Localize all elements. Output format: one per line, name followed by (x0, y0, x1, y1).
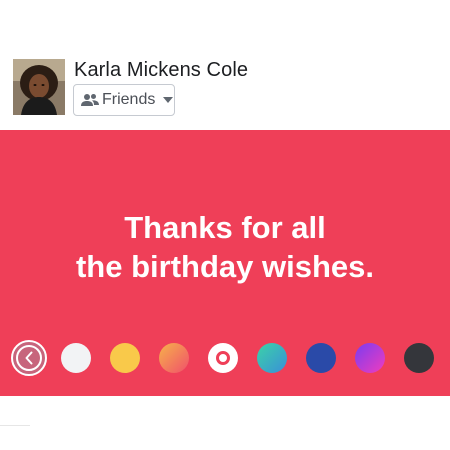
background-color-picker (0, 338, 450, 382)
avatar[interactable] (13, 59, 65, 115)
swatch-teal-green-gradient[interactable] (257, 343, 287, 373)
swatch-yellow[interactable] (110, 343, 140, 373)
post-text[interactable]: Thanks for all the birthday wishes. (0, 208, 450, 286)
post-composer: Karla Mickens Cole Friends Thanks for al… (0, 0, 450, 450)
chevron-left-icon (25, 351, 33, 365)
swatch-blue[interactable] (306, 343, 336, 373)
swatch-white[interactable] (61, 343, 91, 373)
post-background-canvas[interactable]: Thanks for all the birthday wishes. (0, 130, 450, 396)
post-header: Karla Mickens Cole Friends (0, 0, 450, 130)
swatch-orange-pink-gradient[interactable] (159, 343, 189, 373)
swatch-dark-gray[interactable] (404, 343, 434, 373)
author-name[interactable]: Karla Mickens Cole (74, 59, 248, 82)
divider (0, 425, 30, 426)
swatch-purple-magenta-gradient[interactable] (355, 343, 385, 373)
post-text-line: Thanks for all (124, 210, 326, 245)
selected-indicator (216, 351, 230, 365)
audience-label: Friends (102, 91, 156, 108)
friends-icon (81, 94, 99, 106)
audience-selector-button[interactable]: Friends (73, 84, 175, 116)
caret-down-icon (163, 97, 174, 103)
post-text-line: the birthday wishes. (75, 249, 374, 284)
color-picker-back-button[interactable] (11, 340, 47, 376)
swatch-selected-red[interactable] (208, 343, 238, 373)
